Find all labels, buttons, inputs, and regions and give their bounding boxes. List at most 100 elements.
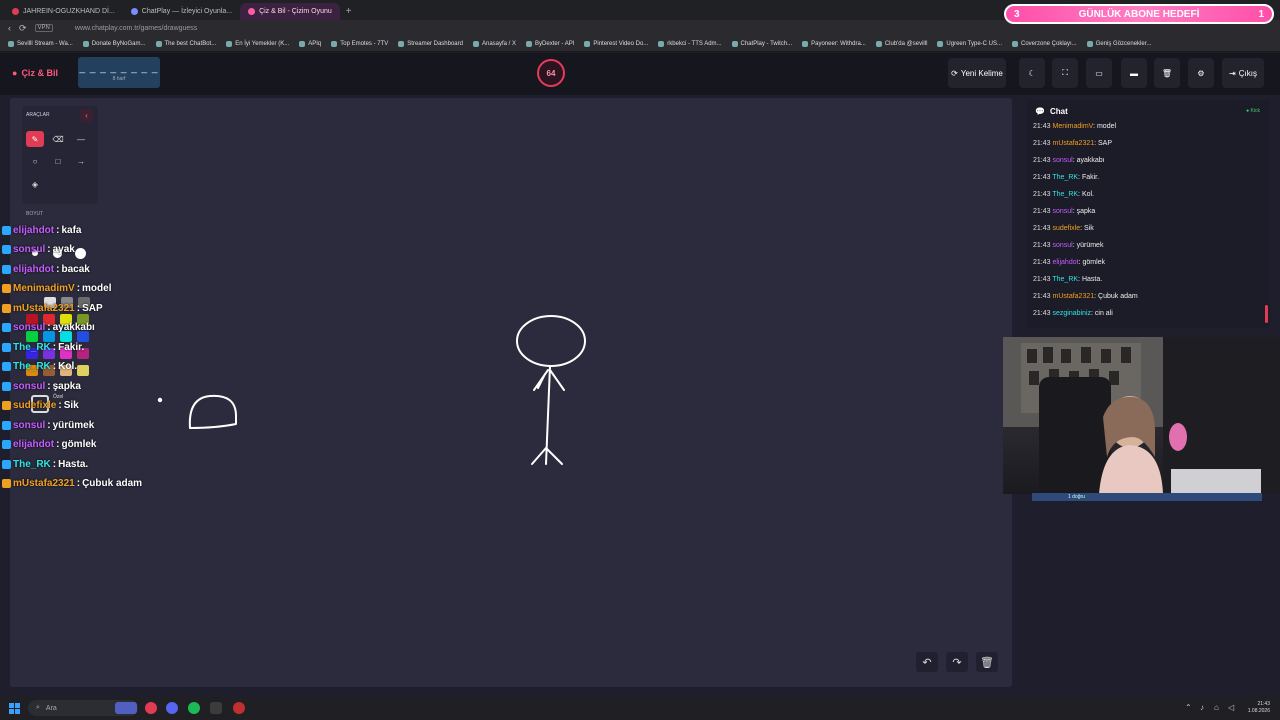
keyboard-button[interactable]: ▭	[1086, 58, 1112, 88]
bookmark-item[interactable]: Ugreen Type-C US...	[937, 40, 1002, 47]
discord-icon[interactable]	[166, 702, 178, 714]
bookmark-label: Geniş Gözcenekler...	[1095, 40, 1152, 47]
windows-start-icon[interactable]	[9, 702, 21, 714]
chat-username[interactable]: The_RK	[1052, 276, 1078, 283]
new-tab-button[interactable]: +	[340, 3, 358, 20]
chat-username[interactable]: MenimadimV	[1052, 123, 1093, 130]
vpn-badge[interactable]: VPN	[34, 24, 53, 32]
bookmark-item[interactable]: Pinterest Video Do...	[584, 40, 648, 47]
bookmark-item[interactable]: Top Emotes - 7TV	[331, 40, 388, 47]
chat-title: Chat	[1049, 107, 1068, 116]
overlay-separator: :	[56, 224, 60, 236]
bookmark-item[interactable]: rkbekci - TTS Adm...	[658, 40, 722, 47]
network-icon[interactable]: ⌂	[1214, 703, 1219, 712]
chat-username[interactable]: sonsul	[1052, 208, 1072, 215]
new-word-button[interactable]: ⟳ Yeni Kelime	[948, 58, 1006, 88]
bookmark-item[interactable]: ChatPlay - Twitch...	[731, 40, 792, 47]
overlay-message: yürümek	[52, 419, 95, 431]
clear-canvas-button[interactable]: 🗑	[976, 652, 998, 672]
exit-button[interactable]: ⇥ Çıkış	[1222, 58, 1264, 88]
bookmark-item[interactable]: Anasayfa / X	[472, 40, 516, 47]
user-badge-icon	[2, 244, 11, 254]
moon-icon: ☾	[1028, 68, 1036, 78]
fullscreen-button[interactable]: ⛶	[1052, 58, 1078, 88]
app-icon[interactable]	[210, 702, 222, 714]
stick-head-stroke	[516, 315, 586, 367]
bookmark-favicon-icon	[1086, 40, 1093, 47]
word-hint-box: _ _ _ _ _ _ _ _ 8 harf	[78, 57, 160, 88]
overlay-message: Hasta.	[58, 458, 89, 470]
pen-tool-icon[interactable]: ✎	[26, 131, 44, 147]
weather-widget-icon[interactable]	[115, 702, 137, 714]
rectangle-tool-icon[interactable]: □	[49, 153, 67, 169]
bookmark-item[interactable]: ByDexter - API	[526, 40, 574, 47]
chat-username[interactable]: The_RK	[1052, 191, 1078, 198]
chat-time: 21:43	[1033, 191, 1051, 198]
settings-button[interactable]: ⚙	[1188, 58, 1214, 88]
url-field[interactable]: www.chatplay.com.tr/games/drawguess	[75, 25, 197, 32]
bookmark-favicon-icon	[155, 40, 162, 47]
taskbar-clock[interactable]: 21:43 1.08.2026	[1248, 701, 1270, 715]
chat-username[interactable]: sezginabiniz	[1052, 310, 1091, 317]
bookmark-favicon-icon	[398, 40, 405, 47]
collapse-icon[interactable]: ‹	[80, 109, 93, 122]
overlay-message: şapka	[52, 380, 81, 392]
opera-icon[interactable]	[145, 702, 157, 714]
chat-username[interactable]: mUstafa2321	[1052, 293, 1094, 300]
tab-favicon-icon	[12, 8, 19, 15]
browser-tab[interactable]: JAHREIN-OGUZKHAND Dİ...	[4, 3, 123, 20]
chat-scrollbar[interactable]	[1265, 305, 1268, 323]
chat-username[interactable]: The_RK	[1052, 174, 1078, 181]
clock-date: 1.08.2026	[1247, 708, 1270, 714]
obs-icon[interactable]	[233, 702, 245, 714]
color-swatch[interactable]	[77, 365, 89, 376]
bookmark-item[interactable]: Donate ByNoGam...	[82, 40, 146, 47]
bookmark-item[interactable]: Sevilll Stream - Wa...	[8, 40, 73, 47]
arrow-tool-icon[interactable]: →	[72, 153, 90, 169]
bookmark-item[interactable]: Coverzone Çoklayı...	[1012, 40, 1077, 47]
chat-message: 21:43 mUstafa2321: SAP	[1033, 140, 1112, 147]
user-badge-icon	[2, 400, 11, 410]
brush-size-large[interactable]	[75, 248, 86, 259]
panel-button[interactable]: ▬	[1121, 58, 1147, 88]
chat-username[interactable]: sonsul	[1052, 157, 1072, 164]
bookmark-item[interactable]: En İyi Yemekler (K...	[226, 40, 289, 47]
bookmark-item[interactable]: Payoneer: Withdra...	[802, 40, 866, 47]
circle-tool-icon[interactable]: ○	[26, 153, 44, 169]
goal-target: 1	[1258, 8, 1264, 20]
browser-tab[interactable]: ChatPlay — İzleyici Oyunla...	[123, 3, 240, 20]
drawing-canvas[interactable]	[10, 98, 1012, 687]
chat-text: Kol.	[1081, 191, 1094, 198]
chat-username[interactable]: sudefixle	[1052, 225, 1080, 232]
bookmark-item[interactable]: APIq	[299, 40, 321, 47]
bookmark-favicon-icon	[226, 40, 233, 47]
bookmark-item[interactable]: Club'da @sevilll	[875, 40, 927, 47]
mic-icon[interactable]: ♪	[1200, 703, 1204, 712]
tray-chevron-icon[interactable]: ⌃	[1185, 703, 1192, 712]
redo-button[interactable]: ↷	[946, 652, 968, 672]
chat-username[interactable]: elijahdot	[1052, 259, 1078, 266]
eraser-tool-icon[interactable]: ⌫	[49, 131, 67, 147]
chat-message: 21:43 sudefixle: Sik	[1033, 225, 1094, 232]
volume-icon[interactable]: ◁	[1228, 703, 1234, 712]
bookmark-favicon-icon	[299, 40, 306, 47]
undo-button[interactable]: ↶	[916, 652, 938, 672]
app-logo[interactable]: ● Çiz & Bil	[12, 68, 58, 78]
reload-icon[interactable]: ⟳	[19, 23, 27, 34]
back-icon[interactable]: ‹	[8, 23, 11, 33]
refresh-icon: ⟳	[951, 68, 958, 78]
app-header: ● Çiz & Bil _ _ _ _ _ _ _ _ 8 harf 64 ⟳ Ye…	[0, 53, 1280, 95]
chat-username[interactable]: mUstafa2321	[1052, 140, 1094, 147]
word-length: 8 harf	[112, 76, 126, 82]
spotify-icon[interactable]	[188, 702, 200, 714]
line-tool-icon[interactable]: —	[72, 131, 90, 147]
clear-button[interactable]: 🗑	[1154, 58, 1180, 88]
bookmark-item[interactable]: The best ChatBot...	[155, 40, 216, 47]
chat-message: 21:43 sonsul: şapka	[1033, 208, 1095, 215]
browser-tab-active[interactable]: Çiz & Bil - Çizim Oyunu	[240, 3, 340, 20]
bookmark-item[interactable]: Geniş Gözcenekler...	[1086, 40, 1152, 47]
fill-tool-icon[interactable]: ◈	[26, 176, 44, 192]
bookmark-item[interactable]: Streamer Dashboard	[398, 40, 463, 47]
theme-toggle-button[interactable]: ☾	[1019, 58, 1045, 88]
chat-username[interactable]: sonsul	[1052, 242, 1072, 249]
